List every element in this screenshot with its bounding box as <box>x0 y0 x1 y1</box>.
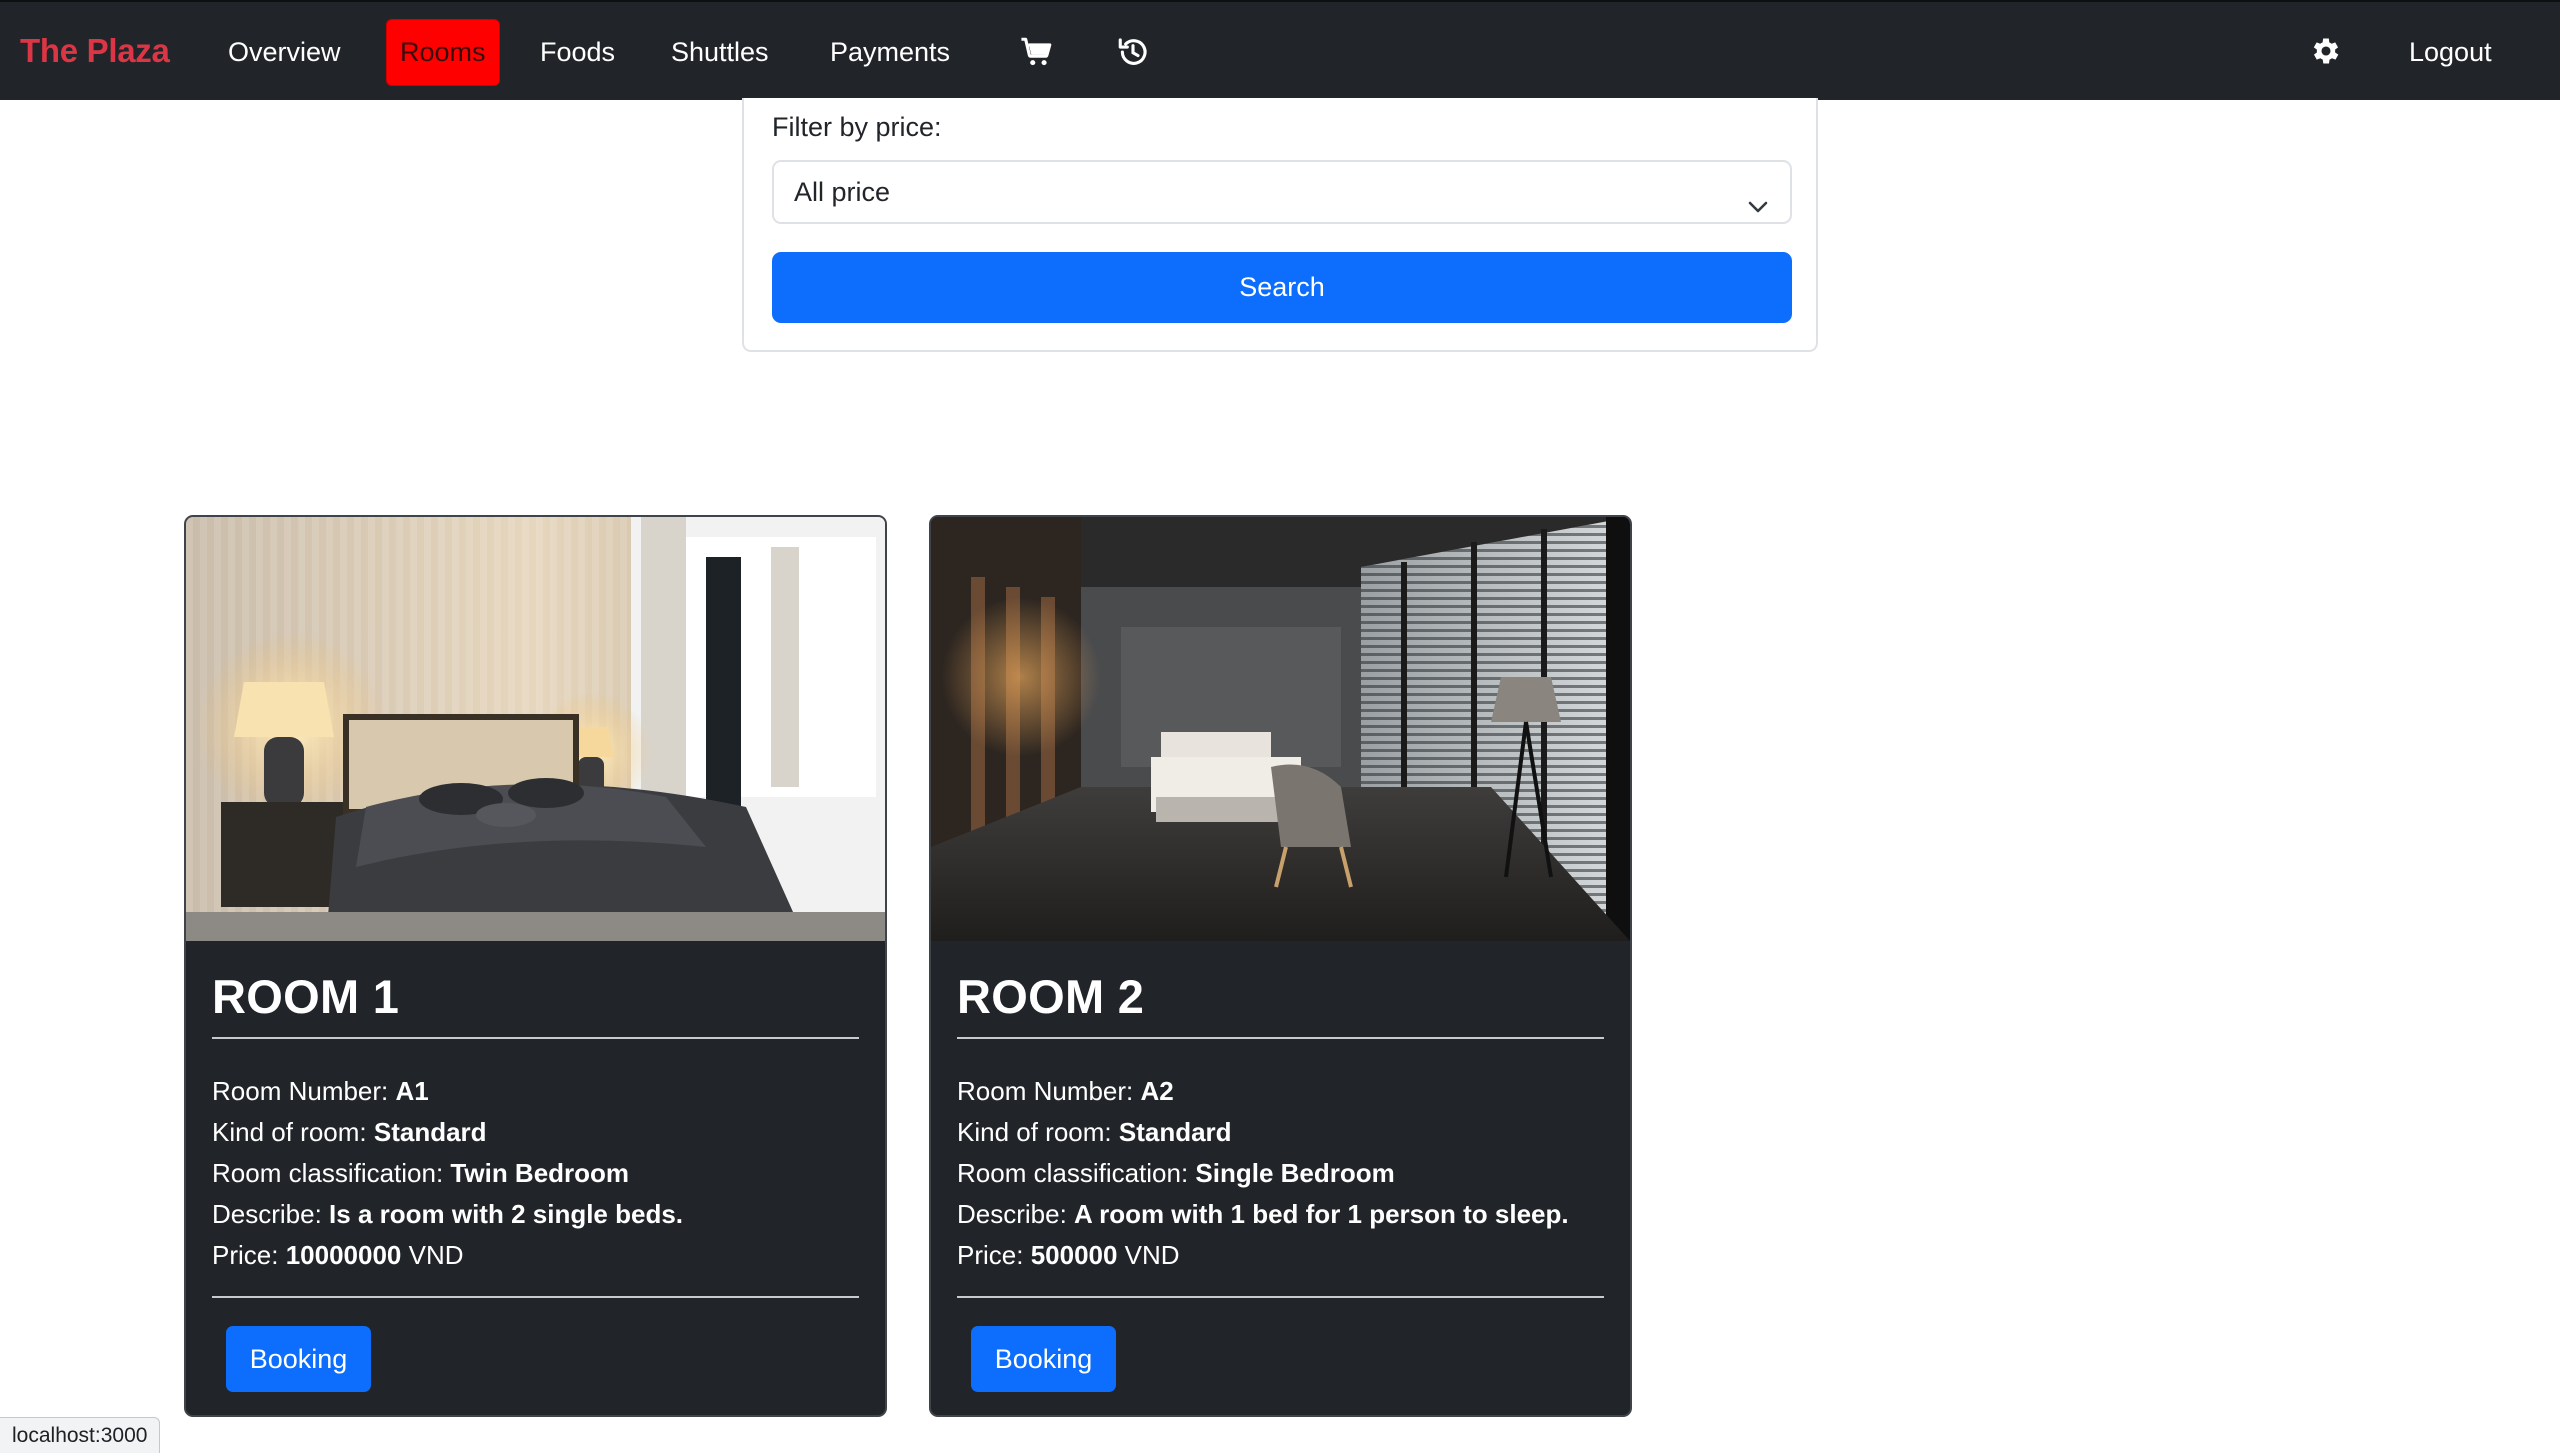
cart-icon[interactable] <box>1020 35 1054 69</box>
logout-link[interactable]: Logout <box>2409 32 2492 72</box>
booking-button[interactable]: Booking <box>971 1326 1116 1392</box>
room-title: ROOM 2 <box>957 970 1145 1023</box>
divider <box>957 1037 1604 1039</box>
room-photo <box>186 517 885 941</box>
divider <box>957 1296 1604 1298</box>
room-kind-label: Kind of room: <box>957 1117 1119 1147</box>
divider <box>212 1296 859 1298</box>
chevron-down-icon <box>1746 180 1770 213</box>
room-price-value: 10000000 <box>285 1240 402 1270</box>
room-price-currency: VND <box>401 1240 464 1270</box>
room-kind-value: Standard <box>1118 1117 1232 1147</box>
room-card: ROOM 2 Room Number: A2 Kind of room: Sta… <box>929 515 1632 1417</box>
room-kind-value: Standard <box>373 1117 487 1147</box>
room-number-label: Room Number: <box>212 1076 396 1106</box>
room-number-value: A2 <box>1140 1076 1174 1106</box>
room-price-currency: VND <box>1117 1240 1180 1270</box>
link-status-bar: localhost:3000 <box>0 1417 161 1453</box>
room-describe-value: A room with 1 bed for 1 person to sleep. <box>1074 1199 1569 1229</box>
room-price-label: Price: <box>212 1240 286 1270</box>
nav-payments[interactable]: Payments <box>830 32 950 72</box>
filter-price-label: Filter by price: <box>772 112 942 142</box>
room-class-value: Single Bedroom <box>1195 1158 1395 1188</box>
divider <box>212 1037 859 1039</box>
top-navbar: The Plaza Overview Rooms Foods Shuttles … <box>0 0 2560 100</box>
room-describe-label: Describe: <box>957 1199 1075 1229</box>
history-icon[interactable] <box>1116 35 1150 69</box>
room-card: ROOM 1 Room Number: A1 Kind of room: Sta… <box>184 515 887 1417</box>
nav-overview[interactable]: Overview <box>228 32 341 72</box>
room-details: Room Number: A2 Kind of room: Standard R… <box>957 1071 1617 1276</box>
room-class-value: Twin Bedroom <box>450 1158 630 1188</box>
room-describe-label: Describe: <box>212 1199 330 1229</box>
room-kind-label: Kind of room: <box>212 1117 374 1147</box>
brand-logo[interactable]: The Plaza <box>20 32 170 70</box>
booking-button[interactable]: Booking <box>226 1326 371 1392</box>
room-price-label: Price: <box>957 1240 1031 1270</box>
room-class-label: Room classification: <box>212 1158 451 1188</box>
room-photo <box>931 517 1630 941</box>
nav-rooms[interactable]: Rooms <box>386 19 500 86</box>
search-button[interactable]: Search <box>772 252 1792 323</box>
filter-card: Filter by price: All price Search <box>742 98 1818 352</box>
room-price-value: 500000 <box>1030 1240 1118 1270</box>
room-details: Room Number: A1 Kind of room: Standard R… <box>212 1071 872 1276</box>
room-class-label: Room classification: <box>957 1158 1196 1188</box>
price-filter-value: All price <box>794 177 891 207</box>
room-number-value: A1 <box>395 1076 429 1106</box>
room-describe-value: Is a room with 2 single beds. <box>329 1199 684 1229</box>
gear-icon[interactable] <box>2309 34 2343 68</box>
price-filter-select[interactable]: All price <box>772 160 1792 224</box>
nav-foods[interactable]: Foods <box>540 32 615 72</box>
nav-shuttles[interactable]: Shuttles <box>671 32 769 72</box>
room-number-label: Room Number: <box>957 1076 1141 1106</box>
room-title: ROOM 1 <box>212 970 400 1023</box>
